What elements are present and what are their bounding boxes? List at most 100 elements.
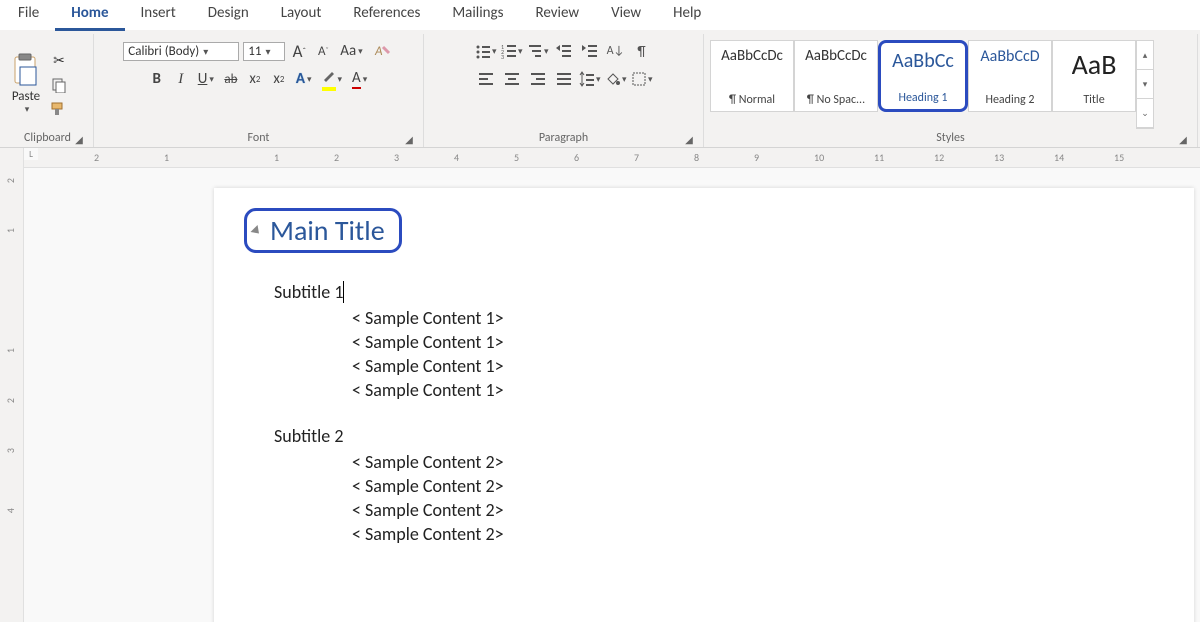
group-clipboard: Paste ▾ ✂ Clipboard ◢ — [2, 34, 94, 147]
style-name-label: Heading 1 — [898, 91, 947, 105]
ruler-number: 3 — [4, 448, 17, 453]
line-spacing-button[interactable]: ▾ — [579, 68, 601, 90]
subtitle-1[interactable]: Subtitle 1 — [274, 281, 1154, 303]
grow-font-button[interactable]: Aˆ — [289, 40, 309, 62]
increase-indent-button[interactable] — [579, 40, 601, 62]
styles-gallery-scroll[interactable]: ▴▾⌄ — [1136, 40, 1154, 129]
dialog-launcher-icon[interactable]: ◢ — [1177, 133, 1189, 145]
chevron-down-icon[interactable]: ▾ — [25, 104, 30, 115]
content-line[interactable]: < Sample Content 2> — [274, 499, 1154, 521]
copy-icon — [51, 77, 67, 93]
show-marks-button[interactable]: ¶ — [631, 40, 653, 62]
group-clipboard-label: Clipboard — [24, 131, 71, 145]
paste-label: Paste — [12, 89, 40, 104]
tab-help[interactable]: Help — [657, 0, 717, 31]
tab-references[interactable]: References — [337, 0, 436, 31]
ruler-number: 1 — [274, 151, 279, 164]
style-preview: AaB — [1072, 47, 1117, 82]
title-highlight: Main Title — [244, 208, 402, 253]
clear-formatting-button[interactable]: A — [370, 40, 394, 62]
tab-review[interactable]: Review — [519, 0, 595, 31]
ruler-number: 1 — [164, 151, 169, 164]
italic-button[interactable]: I — [171, 68, 191, 90]
tab-design[interactable]: Design — [192, 0, 265, 31]
style-name-label: ¶ Normal — [729, 93, 775, 107]
group-styles: AaBbCcDc¶ NormalAaBbCcDc¶ No Spac...AaBb… — [704, 34, 1198, 147]
shrink-font-button[interactable]: Aˇ — [313, 40, 333, 62]
shading-button[interactable]: ▾ — [605, 68, 627, 90]
paste-icon — [10, 51, 42, 89]
font-family-combo[interactable]: Calibri (Body)▾ — [123, 42, 239, 61]
superscript-button[interactable]: x2 — [269, 68, 289, 90]
highlight-button[interactable]: ▾ — [319, 68, 346, 90]
document-page[interactable]: Main Title Subtitle 1 < Sample Content 1… — [214, 188, 1194, 622]
font-family-value: Calibri (Body) — [128, 44, 199, 59]
content-line[interactable]: < Sample Content 1> — [274, 355, 1154, 377]
ruler-number: 14 — [1054, 151, 1064, 164]
ribbon: Paste ▾ ✂ Clipboard ◢ Calibri (Body)▾ — [0, 30, 1200, 148]
tab-home[interactable]: Home — [55, 0, 124, 31]
sort-button[interactable]: A↓ — [605, 40, 627, 62]
style-heading-1[interactable]: AaBbCcHeading 1 — [878, 40, 968, 112]
style--no-spac-[interactable]: AaBbCcDc¶ No Spac... — [794, 40, 878, 112]
content-line[interactable]: < Sample Content 1> — [274, 307, 1154, 329]
dialog-launcher-icon[interactable]: ◢ — [683, 133, 695, 145]
highlight-icon — [322, 68, 336, 91]
underline-button[interactable]: U▾ — [195, 68, 217, 90]
style--normal[interactable]: AaBbCcDc¶ Normal — [710, 40, 794, 112]
brush-icon — [50, 101, 68, 117]
ruler-number: 10 — [814, 151, 824, 164]
align-center-icon — [504, 71, 520, 87]
multilevel-icon — [527, 43, 542, 59]
decrease-indent-button[interactable] — [553, 40, 575, 62]
ruler-number: 9 — [754, 151, 759, 164]
group-paragraph: ▾ 123▾ ▾ A↓ ¶ ▾ ▾ ▾ Paragraph ◢ — [424, 34, 704, 147]
subtitle-2[interactable]: Subtitle 2 — [274, 425, 1154, 447]
chevron-up-icon[interactable]: ▴ — [1137, 41, 1153, 70]
cut-button[interactable]: ✂ — [48, 51, 70, 71]
align-center-button[interactable] — [501, 68, 523, 90]
copy-button[interactable] — [48, 75, 70, 95]
borders-icon — [631, 71, 646, 87]
dialog-launcher-icon[interactable]: ◢ — [403, 133, 415, 145]
paste-button[interactable]: Paste ▾ — [8, 47, 44, 119]
style-title[interactable]: AaBTitle — [1052, 40, 1136, 112]
strikethrough-button[interactable]: ab — [221, 68, 241, 90]
justify-icon — [556, 71, 572, 87]
justify-button[interactable] — [553, 68, 575, 90]
bold-button[interactable]: B — [147, 68, 167, 90]
align-left-button[interactable] — [475, 68, 497, 90]
format-painter-button[interactable] — [48, 99, 70, 119]
tab-layout[interactable]: Layout — [265, 0, 338, 31]
numbered-list-button[interactable]: 123▾ — [501, 40, 523, 62]
style-preview: AaBbCcD — [980, 47, 1039, 66]
change-case-button[interactable]: Aa▾ — [337, 40, 365, 62]
font-color-button[interactable]: A▾ — [349, 68, 370, 90]
tab-insert[interactable]: Insert — [125, 0, 192, 31]
content-line[interactable]: < Sample Content 1> — [274, 331, 1154, 353]
content-line[interactable]: < Sample Content 2> — [274, 523, 1154, 545]
gallery-expand-icon[interactable]: ⌄ — [1137, 99, 1153, 128]
content-line[interactable]: < Sample Content 2> — [274, 451, 1154, 473]
font-size-combo[interactable]: 11▾ — [243, 42, 285, 61]
tab-view[interactable]: View — [595, 0, 657, 31]
content-line[interactable]: < Sample Content 2> — [274, 475, 1154, 497]
style-name-label: ¶ No Spac... — [807, 93, 865, 107]
svg-text:3: 3 — [501, 53, 504, 59]
ruler-number: 5 — [514, 151, 519, 164]
borders-button[interactable]: ▾ — [631, 68, 653, 90]
tab-file[interactable]: File — [2, 0, 55, 31]
chevron-down-icon[interactable]: ▾ — [1137, 70, 1153, 99]
bullet-list-button[interactable]: ▾ — [475, 40, 497, 62]
indent-icon — [582, 43, 598, 59]
dialog-launcher-icon[interactable]: ◢ — [73, 133, 85, 145]
document-title-heading[interactable]: Main Title — [247, 211, 399, 250]
collapse-triangle-icon[interactable] — [250, 224, 262, 236]
tab-mailings[interactable]: Mailings — [436, 0, 519, 31]
text-effects-button[interactable]: A▾ — [293, 68, 315, 90]
subscript-button[interactable]: x2 — [245, 68, 265, 90]
multilevel-list-button[interactable]: ▾ — [527, 40, 549, 62]
content-line[interactable]: < Sample Content 1> — [274, 379, 1154, 401]
style-heading-2[interactable]: AaBbCcDHeading 2 — [968, 40, 1052, 112]
align-right-button[interactable] — [527, 68, 549, 90]
